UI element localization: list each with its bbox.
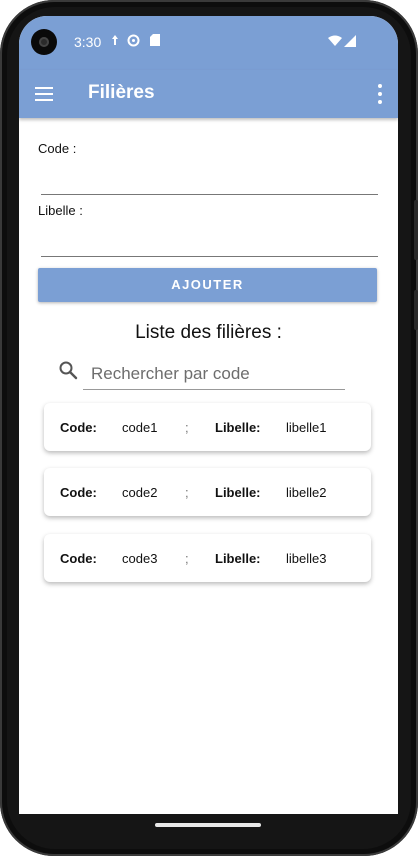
sim-card-icon bbox=[150, 34, 160, 49]
list-title: Liste des filières : bbox=[135, 322, 282, 343]
data-saver-icon bbox=[110, 34, 120, 49]
libelle-value: libelle1 bbox=[286, 420, 327, 435]
code-value: code2 bbox=[122, 485, 158, 500]
hamburger-menu-icon[interactable] bbox=[33, 83, 55, 105]
libelle-key: Libelle: bbox=[215, 551, 261, 566]
status-bar: 3:30 bbox=[19, 16, 398, 70]
list-item[interactable]: Code: code3 ; Libelle: libelle3 bbox=[44, 534, 371, 582]
libelle-key: Libelle: bbox=[215, 485, 261, 500]
libelle-value: libelle2 bbox=[286, 485, 327, 500]
search-icon bbox=[59, 361, 78, 380]
code-key: Code: bbox=[60, 485, 97, 500]
code-input[interactable] bbox=[41, 166, 378, 195]
wifi-icon bbox=[328, 35, 342, 50]
code-value: code1 bbox=[122, 420, 158, 435]
volume-button bbox=[414, 200, 418, 260]
code-key: Code: bbox=[60, 551, 97, 566]
separator: ; bbox=[185, 485, 189, 500]
navigation-bar bbox=[0, 814, 418, 856]
home-indicator[interactable] bbox=[155, 823, 261, 827]
code-value: code3 bbox=[122, 551, 158, 566]
libelle-input[interactable] bbox=[41, 228, 378, 257]
front-camera bbox=[31, 29, 57, 55]
screen: 3:30 Filières Code: Libelle: AJOUTER L… bbox=[19, 16, 398, 814]
list-item[interactable]: Code: code2 ; Libelle: libelle2 bbox=[44, 468, 371, 516]
libelle-label: Libelle : bbox=[38, 203, 83, 218]
page-title: Filières bbox=[88, 82, 155, 103]
add-button[interactable]: AJOUTER bbox=[38, 268, 377, 302]
separator: ; bbox=[185, 420, 189, 435]
status-time: 3:30 bbox=[74, 34, 102, 50]
code-key: Code: bbox=[60, 420, 97, 435]
phone-frame: 3:30 Filières Code: Libelle: AJOUTER L… bbox=[0, 0, 418, 856]
settings-status-icon bbox=[127, 34, 140, 50]
list-item[interactable]: Code: code1 ; Libelle: libelle1 bbox=[44, 403, 371, 451]
code-label: Code : bbox=[38, 141, 77, 156]
libelle-key: Libelle: bbox=[215, 420, 261, 435]
more-vert-icon[interactable] bbox=[376, 82, 384, 106]
app-bar: Filières bbox=[19, 70, 398, 118]
search-input[interactable] bbox=[83, 359, 345, 390]
signal-icon bbox=[344, 35, 356, 50]
separator: ; bbox=[185, 551, 189, 566]
libelle-value: libelle3 bbox=[286, 551, 327, 566]
power-button bbox=[414, 290, 418, 330]
